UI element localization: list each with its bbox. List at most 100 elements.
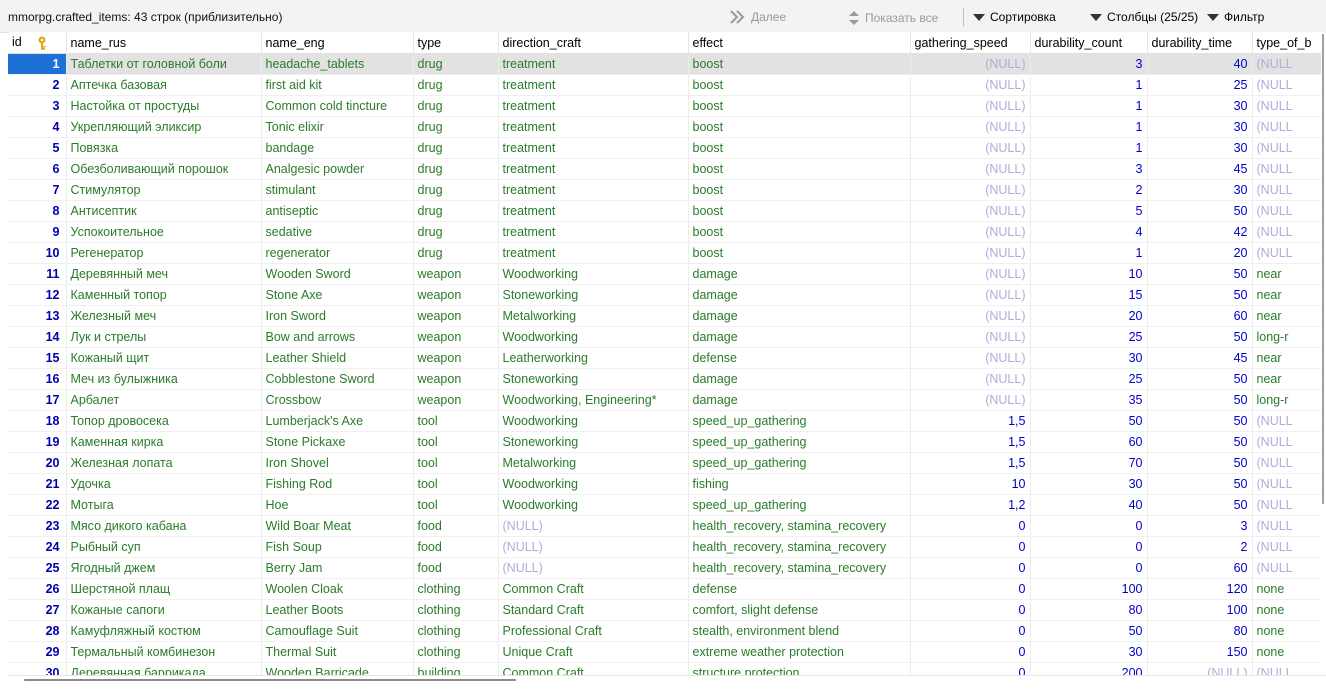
cell-name-eng[interactable]: first aid kit xyxy=(261,74,414,96)
cell-durability-time[interactable]: 3 xyxy=(1147,515,1253,537)
cell-gathering-speed[interactable]: (NULL) xyxy=(910,74,1031,96)
column-header-effect[interactable]: effect xyxy=(688,32,911,54)
cell-type-of-b[interactable]: none xyxy=(1252,641,1326,663)
cell-direction-craft[interactable]: Professional Craft xyxy=(498,620,689,642)
cell-type[interactable]: food xyxy=(413,536,499,558)
cell-effect[interactable]: boost xyxy=(688,74,911,96)
cell-name-rus[interactable]: Топор дровосека xyxy=(66,410,262,432)
cell-id[interactable]: 30 xyxy=(8,662,67,675)
cell-id[interactable]: 14 xyxy=(8,326,67,348)
cell-type[interactable]: drug xyxy=(413,179,499,201)
cell-effect[interactable]: structure protection xyxy=(688,662,911,675)
cell-gathering-speed[interactable]: (NULL) xyxy=(910,137,1031,159)
cell-direction-craft[interactable]: Stoneworking xyxy=(498,431,689,453)
cell-effect[interactable]: boost xyxy=(688,116,911,138)
cell-type-of-b[interactable]: near xyxy=(1252,368,1326,390)
cell-name-eng[interactable]: bandage xyxy=(261,137,414,159)
cell-name-eng[interactable]: sedative xyxy=(261,221,414,243)
cell-direction-craft[interactable]: Woodworking xyxy=(498,410,689,432)
cell-id[interactable]: 16 xyxy=(8,368,67,390)
cell-type-of-b[interactable]: near xyxy=(1252,284,1326,306)
cell-effect[interactable]: speed_up_gathering xyxy=(688,494,911,516)
cell-name-rus[interactable]: Повязка xyxy=(66,137,262,159)
table-row[interactable]: 28 Камуфляжный костюм Camouflage Suit cloth… xyxy=(8,620,1326,642)
cell-id[interactable]: 21 xyxy=(8,473,67,495)
cell-gathering-speed[interactable]: (NULL) xyxy=(910,347,1031,369)
cell-durability-time[interactable]: 100 xyxy=(1147,599,1253,621)
cell-effect[interactable]: fishing xyxy=(688,473,911,495)
cell-gathering-speed[interactable]: (NULL) xyxy=(910,326,1031,348)
cell-type-of-b[interactable]: none xyxy=(1252,620,1326,642)
cell-direction-craft[interactable]: treatment xyxy=(498,137,689,159)
cell-name-rus[interactable]: Арбалет xyxy=(66,389,262,411)
cell-id[interactable]: 8 xyxy=(8,200,67,222)
show-all-button[interactable]: Показать все xyxy=(848,10,938,26)
cell-id[interactable]: 2 xyxy=(8,74,67,96)
cell-id[interactable]: 4 xyxy=(8,116,67,138)
cell-gathering-speed[interactable]: 10 xyxy=(910,473,1031,495)
cell-name-eng[interactable]: Hoe xyxy=(261,494,414,516)
table-row[interactable]: 7 Стимулятор stimulant drug treatment boost (N… xyxy=(8,179,1326,201)
cell-name-eng[interactable]: antiseptic xyxy=(261,200,414,222)
filter-button[interactable]: Фильтр xyxy=(1207,10,1264,24)
table-row[interactable]: 16 Меч из булыжника Cobblestone Sword weapo… xyxy=(8,368,1326,390)
cell-gathering-speed[interactable]: (NULL) xyxy=(910,179,1031,201)
table-row[interactable]: 27 Кожаные сапоги Leather Boots clothing Sta… xyxy=(8,599,1326,621)
cell-type[interactable]: drug xyxy=(413,158,499,180)
cell-name-rus[interactable]: Обезболивающий порошок xyxy=(66,158,262,180)
table-row[interactable]: 2 Аптечка базовая first aid kit drug treatme… xyxy=(8,74,1326,96)
cell-durability-count[interactable]: 0 xyxy=(1030,536,1148,558)
cell-id[interactable]: 24 xyxy=(8,536,67,558)
cell-type[interactable]: food xyxy=(413,557,499,579)
cell-type-of-b[interactable]: (NULL xyxy=(1252,158,1326,180)
cell-id[interactable]: 15 xyxy=(8,347,67,369)
cell-type[interactable]: tool xyxy=(413,452,499,474)
cell-effect[interactable]: speed_up_gathering xyxy=(688,452,911,474)
cell-effect[interactable]: boost xyxy=(688,95,911,117)
cell-effect[interactable]: defense xyxy=(688,347,911,369)
cell-durability-time[interactable]: 60 xyxy=(1147,305,1253,327)
cell-gathering-speed[interactable]: 1,2 xyxy=(910,494,1031,516)
cell-name-rus[interactable]: Железная лопата xyxy=(66,452,262,474)
cell-direction-craft[interactable]: Woodworking xyxy=(498,473,689,495)
cell-effect[interactable]: damage xyxy=(688,263,911,285)
cell-type-of-b[interactable]: (NULL xyxy=(1252,494,1326,516)
cell-type[interactable]: drug xyxy=(413,221,499,243)
cell-name-rus[interactable]: Железный меч xyxy=(66,305,262,327)
cell-effect[interactable]: defense xyxy=(688,578,911,600)
cell-gathering-speed[interactable]: 0 xyxy=(910,536,1031,558)
table-row[interactable]: 6 Обезболивающий порошок Analgesic powder d… xyxy=(8,158,1326,180)
cell-durability-time[interactable]: 50 xyxy=(1147,368,1253,390)
cell-durability-time[interactable]: 50 xyxy=(1147,410,1253,432)
cell-name-rus[interactable]: Настойка от простуды xyxy=(66,95,262,117)
cell-durability-time[interactable]: 50 xyxy=(1147,326,1253,348)
cell-gathering-speed[interactable]: (NULL) xyxy=(910,200,1031,222)
cell-durability-count[interactable]: 15 xyxy=(1030,284,1148,306)
cell-type[interactable]: building xyxy=(413,662,499,675)
cell-id[interactable]: 13 xyxy=(8,305,67,327)
cell-durability-count[interactable]: 2 xyxy=(1030,179,1148,201)
cell-name-eng[interactable]: Iron Shovel xyxy=(261,452,414,474)
cell-gathering-speed[interactable]: 1,5 xyxy=(910,410,1031,432)
cell-name-eng[interactable]: Fishing Rod xyxy=(261,473,414,495)
cell-direction-craft[interactable]: Standard Craft xyxy=(498,599,689,621)
cell-effect[interactable]: damage xyxy=(688,305,911,327)
cell-durability-time[interactable]: 40 xyxy=(1147,53,1253,75)
cell-type-of-b[interactable]: near xyxy=(1252,347,1326,369)
cell-id[interactable]: 19 xyxy=(8,431,67,453)
cell-name-eng[interactable]: Iron Sword xyxy=(261,305,414,327)
cell-gathering-speed[interactable]: 0 xyxy=(910,578,1031,600)
cell-name-rus[interactable]: Кожаные сапоги xyxy=(66,599,262,621)
column-header-name-rus[interactable]: name_rus xyxy=(66,32,262,54)
cell-durability-count[interactable]: 200 xyxy=(1030,662,1148,675)
cell-type-of-b[interactable]: (NULL xyxy=(1252,536,1326,558)
cell-durability-time[interactable]: 50 xyxy=(1147,431,1253,453)
cell-gathering-speed[interactable]: (NULL) xyxy=(910,116,1031,138)
cell-name-rus[interactable]: Мотыга xyxy=(66,494,262,516)
cell-durability-count[interactable]: 5 xyxy=(1030,200,1148,222)
cell-durability-time[interactable]: 25 xyxy=(1147,74,1253,96)
cell-durability-count[interactable]: 25 xyxy=(1030,326,1148,348)
cell-durability-count[interactable]: 1 xyxy=(1030,242,1148,264)
cell-name-rus[interactable]: Термальный комбинезон xyxy=(66,641,262,663)
cell-durability-count[interactable]: 35 xyxy=(1030,389,1148,411)
